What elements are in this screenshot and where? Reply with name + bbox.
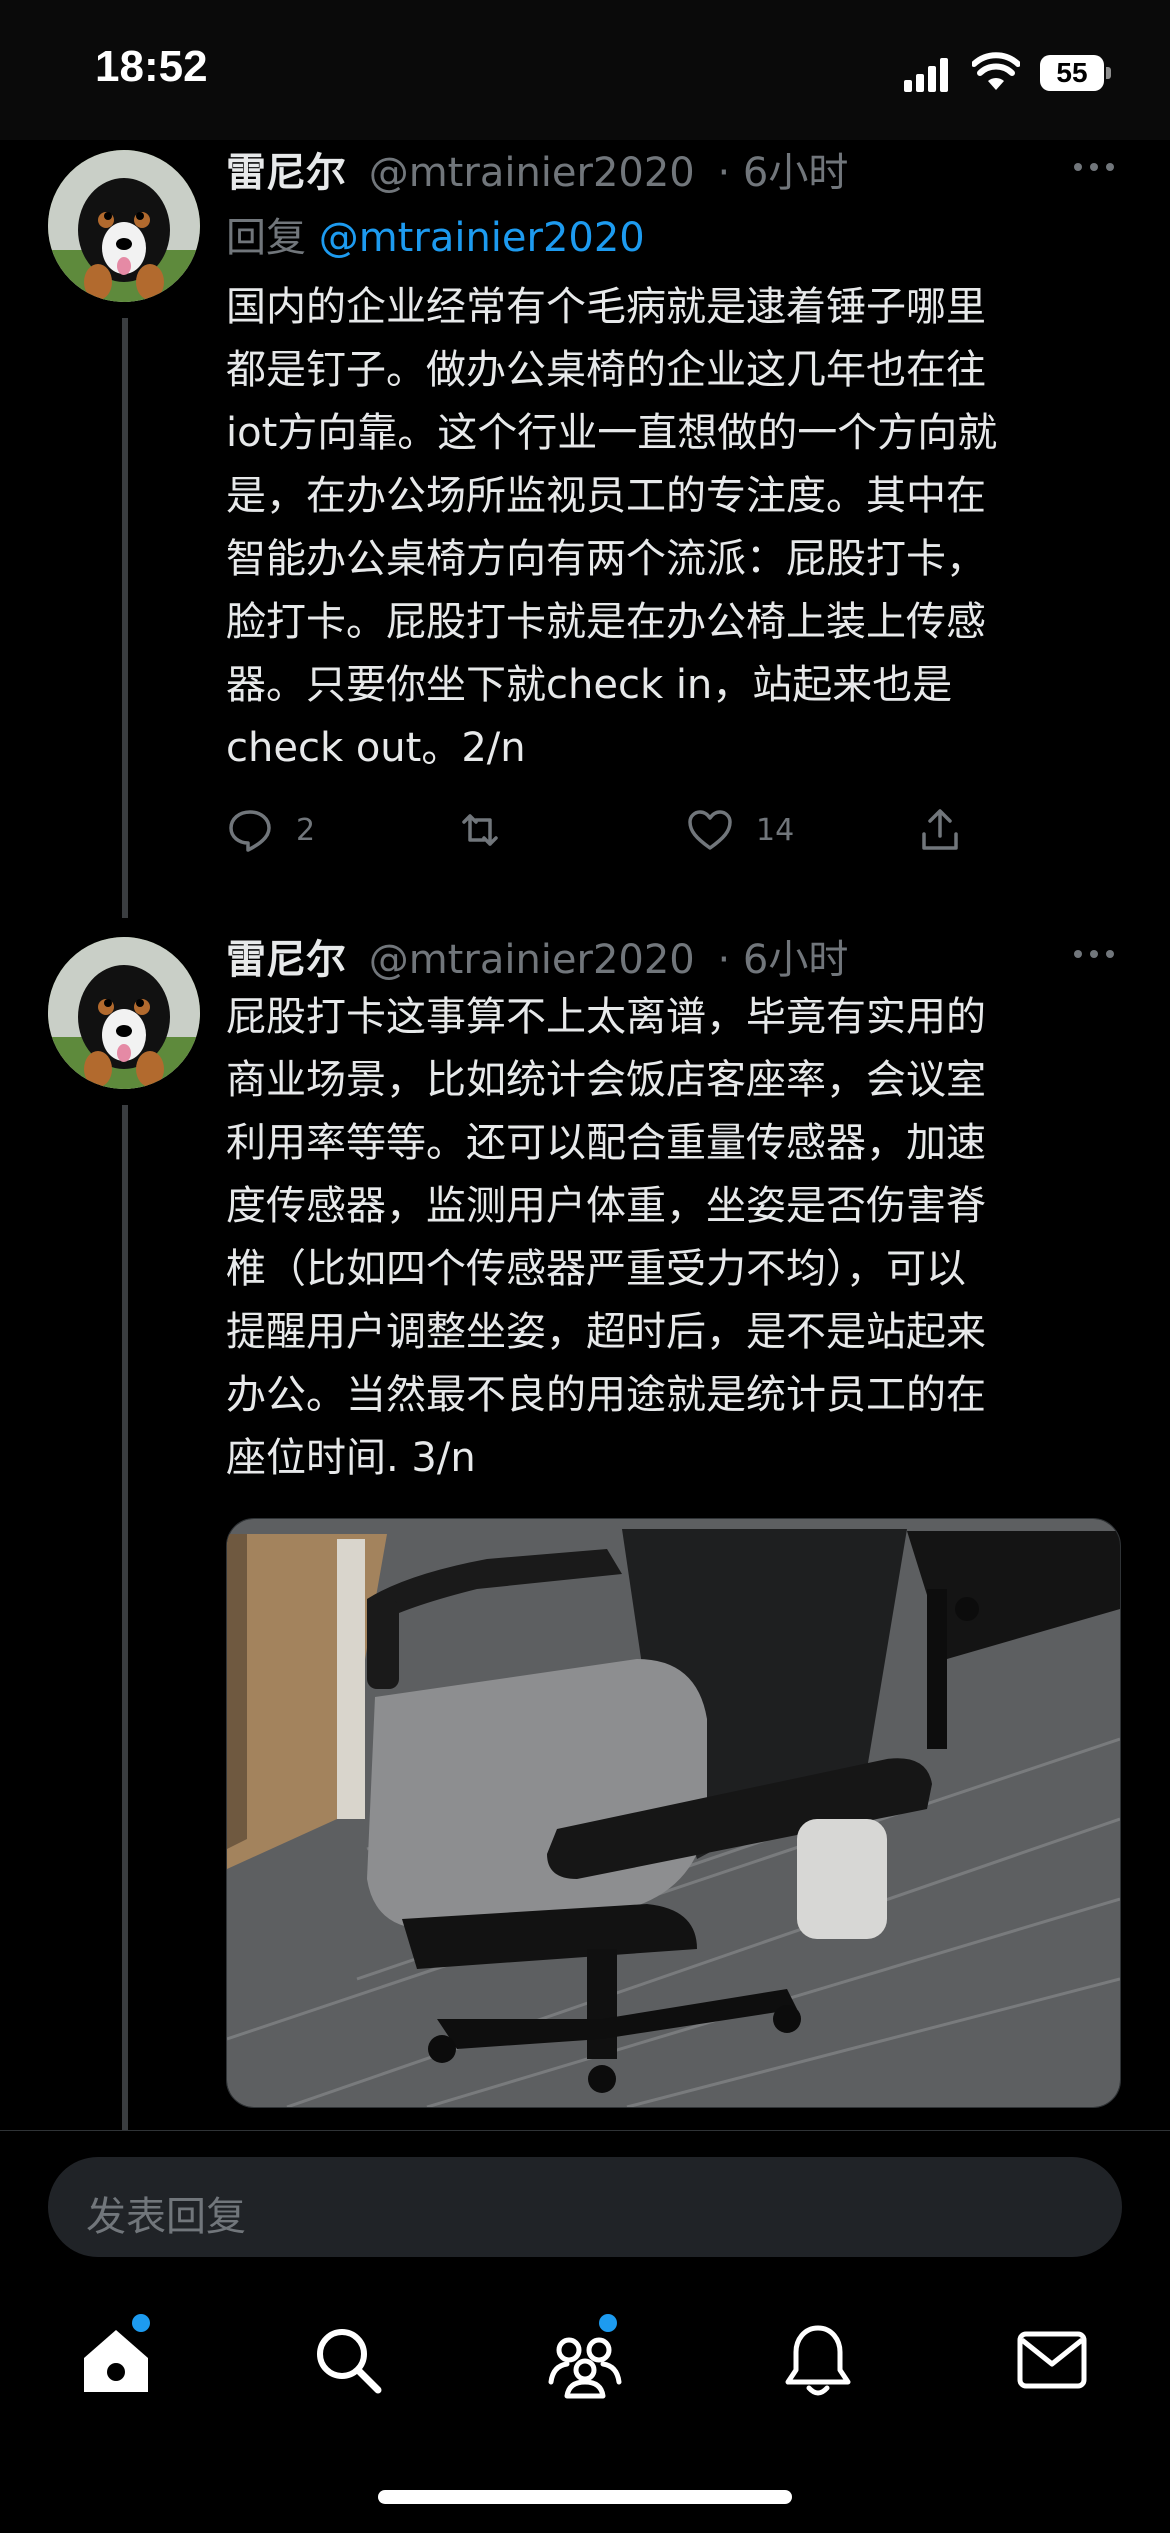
reply-composer-input[interactable]: 发表回复 [48, 2157, 1122, 2257]
reply-prefix: 回复 [226, 215, 306, 261]
nav-communities[interactable] [545, 2314, 625, 2400]
tweet-text: 屁股打卡这事算不上太离谱，毕竟有实用的 商业场景，比如统计会饭店客座率，会议室 … [226, 994, 986, 1481]
thread-line [122, 1105, 128, 2135]
nav-home[interactable] [76, 2314, 156, 2400]
battery-icon: 55 [1040, 55, 1112, 93]
tweet-text: 国内的企业经常有个毛病就是逮着锤子哪里 都是钉子。做办公桌椅的企业这几年也在往 … [226, 284, 998, 771]
cellular-signal-icon [904, 58, 948, 92]
communities-notification-dot [599, 2314, 617, 2332]
retweet-icon [462, 814, 498, 846]
composer-placeholder: 发表回复 [86, 2194, 246, 2240]
more-options-icon[interactable] [1072, 157, 1116, 177]
reply-count: 2 [296, 812, 316, 848]
heart-icon [688, 810, 732, 850]
nav-search[interactable] [308, 2320, 388, 2400]
home-notification-dot [132, 2314, 150, 2332]
dog-avatar-image [48, 937, 200, 1089]
reply-icon [229, 810, 271, 852]
battery-level: 55 [1056, 57, 1088, 88]
avatar[interactable] [48, 150, 200, 302]
share-button[interactable] [916, 800, 964, 860]
status-time: 18:52 [95, 42, 208, 91]
tweet-header: 雷尼尔 @mtrainier2020 · 6小时 [226, 140, 848, 198]
notifications-icon [785, 2325, 851, 2396]
office-chair-photo [227, 1519, 1120, 2107]
nav-notifications[interactable] [778, 2320, 858, 2400]
user-handle[interactable]: @mtrainier2020 [369, 150, 695, 196]
share-icon [922, 809, 958, 850]
search-icon [317, 2329, 382, 2394]
reply-to-line: 回复 @mtrainier2020 [226, 205, 645, 263]
reply-button[interactable]: 2 [226, 800, 315, 860]
like-count: 14 [756, 812, 795, 848]
tweet-actions: 2 14 [226, 800, 1106, 860]
user-handle[interactable]: @mtrainier2020 [369, 937, 695, 983]
nav-messages[interactable] [1012, 2320, 1092, 2400]
tweet-media-image[interactable] [226, 1518, 1121, 2108]
tweet-header: 雷尼尔 @mtrainier2020 · 6小时 [226, 927, 848, 985]
display-name[interactable]: 雷尼尔 [226, 937, 346, 983]
more-options-icon[interactable] [1072, 944, 1116, 964]
display-name[interactable]: 雷尼尔 [226, 150, 346, 196]
communities-icon [548, 2337, 622, 2399]
messages-icon [1017, 2331, 1087, 2389]
like-button[interactable]: 14 [686, 800, 794, 860]
home-indicator[interactable] [378, 2490, 792, 2504]
reply-mention-link[interactable]: @mtrainier2020 [319, 215, 645, 261]
tweet-time: · 6小时 [717, 150, 849, 196]
retweet-button[interactable] [456, 800, 504, 860]
home-icon [84, 2330, 148, 2392]
thread-line [122, 318, 128, 918]
tweet-time: · 6小时 [717, 937, 849, 983]
wifi-icon [972, 52, 1020, 90]
avatar[interactable] [48, 937, 200, 1089]
status-bar: 18:52 55 [0, 0, 1170, 140]
dog-avatar-image [48, 150, 200, 302]
